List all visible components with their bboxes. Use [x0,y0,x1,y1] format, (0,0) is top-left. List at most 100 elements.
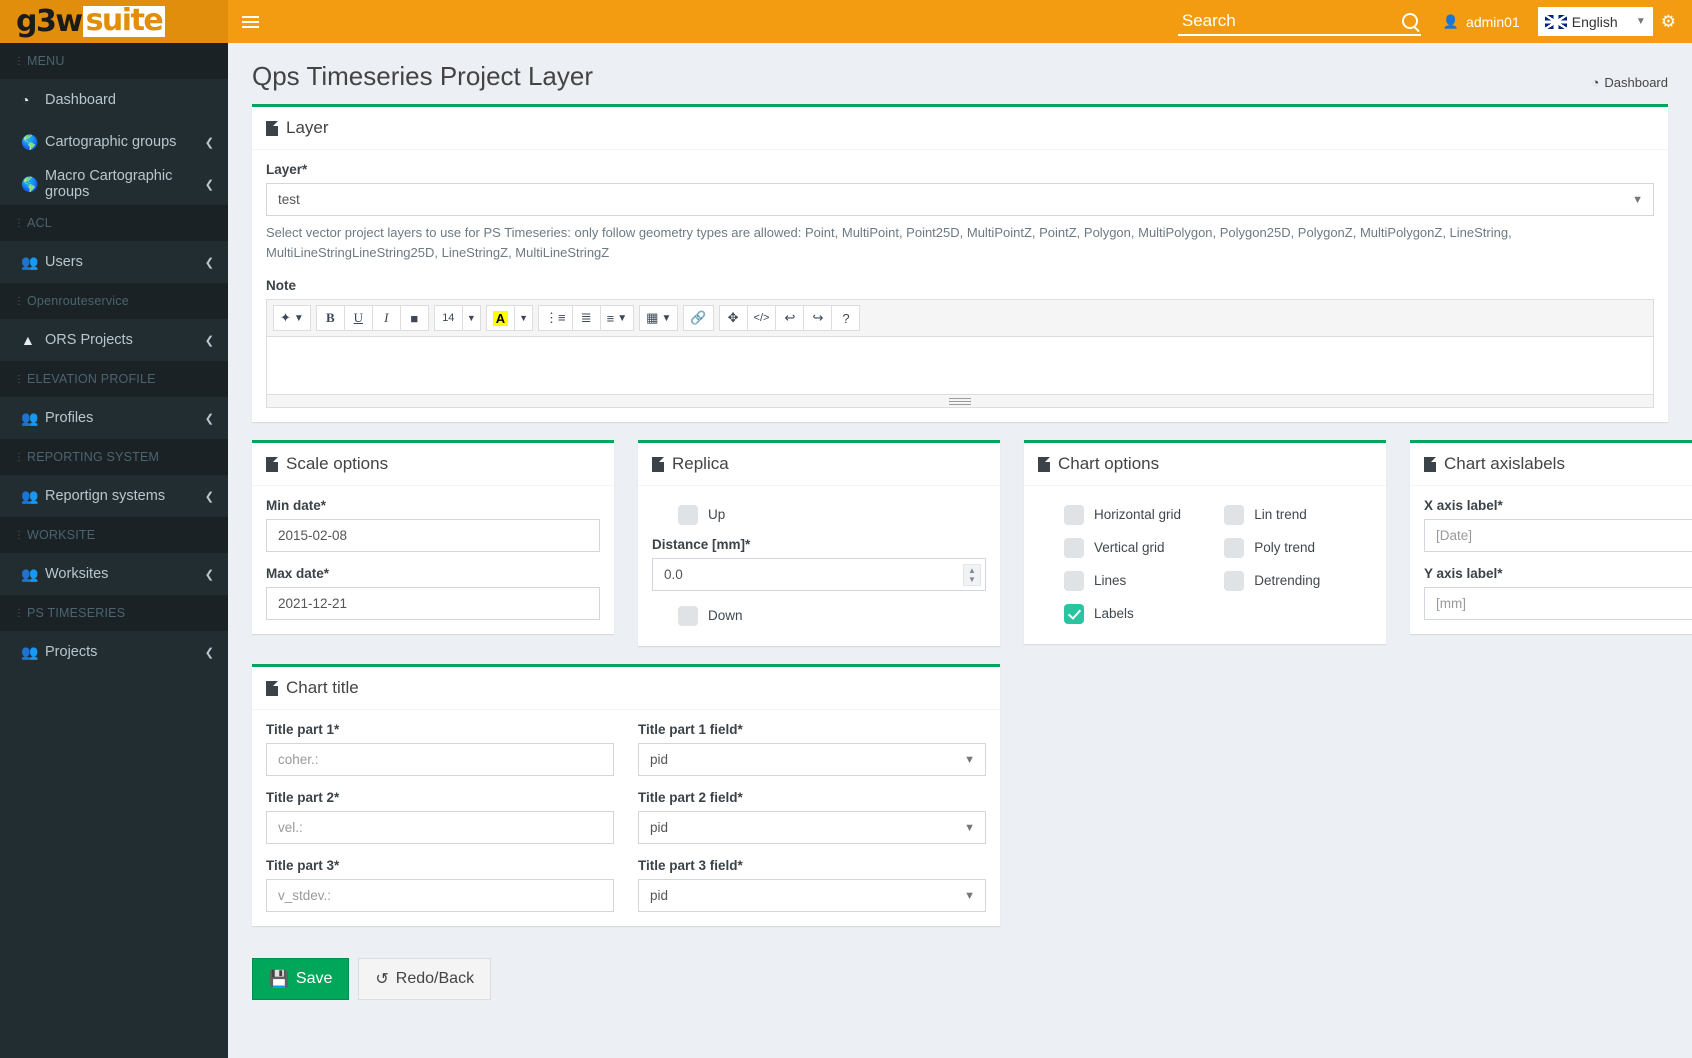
title-part-3-field-wrap[interactable]: ▼ [638,879,986,912]
sidebar-item-users[interactable]: 👥 Users ❮ [0,241,228,283]
lin-trend-checkbox[interactable] [1224,504,1245,525]
search-input[interactable] [1177,10,1421,31]
title-part-1-label: Title part 1* [266,722,340,737]
paragraph-align-icon[interactable]: ≡ ▼ [599,305,635,331]
down-checkbox[interactable] [678,605,698,626]
link-icon[interactable]: 🔗 [683,305,714,331]
fullscreen-icon[interactable]: ✥ [718,305,748,331]
labels-checkbox[interactable] [1064,603,1084,624]
option-vertical-grid[interactable]: Vertical grid [1064,531,1200,564]
style-magic-icon[interactable]: ✦ ▼ [273,305,311,331]
bold-icon[interactable]: B [315,305,345,331]
redo-back-button[interactable]: ↺ Redo/Back [358,958,492,1000]
option-lines[interactable]: Lines [1064,564,1200,597]
font-size-selector[interactable]: 14 [433,305,463,331]
font-size-caret-icon[interactable]: ▼ [461,305,481,331]
title-part-1-field-wrap[interactable]: ▼ [638,743,986,776]
layer-select-wrap[interactable]: ▼ [266,183,1654,216]
sidebar-heading-label: ELEVATION PROFILE [27,372,156,386]
option-detrending[interactable]: Detrending [1224,564,1372,597]
replica-up-row[interactable]: Up [652,498,986,531]
ordered-list-icon[interactable]: ≣ [571,305,601,331]
x-axis-input[interactable] [1424,519,1692,552]
option-horizontal-grid[interactable]: Horizontal grid [1064,498,1200,531]
y-axis-input[interactable] [1424,587,1692,620]
header-right: 👤 admin01 English ▼ ⚙ [1177,0,1692,43]
breadcrumb[interactable]: ◔ Dashboard [1592,75,1668,92]
stepper-icon[interactable]: ▲ ▼ [963,563,981,586]
title-part-2-input[interactable] [266,811,614,844]
text-color-icon[interactable]: A [485,305,516,331]
brand-logo[interactable]: g3w suite [0,0,228,43]
chart-options-body: Horizontal grid Vertical grid Lines Labe… [1024,486,1386,644]
detrending-checkbox[interactable] [1224,570,1245,591]
lines-checkbox[interactable] [1064,570,1084,591]
poly-trend-label: Poly trend [1254,540,1315,555]
option-poly-trend[interactable]: Poly trend [1224,531,1372,564]
max-date-label: Max date* [266,566,330,581]
search-icon[interactable] [1401,12,1418,29]
code-view-icon[interactable]: </> [746,305,777,331]
distance-label: Distance [mm]* [652,537,751,552]
layer-select[interactable] [266,183,1654,216]
option-labels[interactable]: Labels [1064,597,1200,630]
note-text-area[interactable] [267,337,1653,394]
search-box[interactable] [1177,8,1421,36]
chart-options-column: Chart options Horizontal grid Vertical g… [1024,440,1386,662]
poly-trend-checkbox[interactable] [1224,537,1245,558]
option-lin-trend[interactable]: Lin trend [1224,498,1372,531]
page-header: Qps Timeseries Project Layer ◔ Dashboard [228,43,1692,104]
replica-down-row[interactable]: Down [652,599,986,632]
sidebar-item-dashboard[interactable]: ◔ Dashboard [0,79,228,121]
sidebar-item-projects[interactable]: 👥 Projects ❮ [0,631,228,673]
title-part-1-input[interactable] [266,743,614,776]
note-resize-handle[interactable] [267,394,1653,407]
unordered-list-icon[interactable]: ⋮≡ [538,305,573,331]
title-part-3-group: Title part 3* [266,858,614,912]
sidebar-item-cartographic-groups[interactable]: 🌎 Cartographic groups ❮ [0,121,228,163]
color-dropdown-icon[interactable]: ▼ [514,305,534,331]
sidebar-item-macro-cartographic-groups[interactable]: 🌎 Macro Cartographic groups ❮ [0,163,228,205]
save-button-label: Save [295,970,333,987]
title-part-1-field-select[interactable] [638,743,986,776]
horizontal-grid-label: Horizontal grid [1094,507,1182,522]
italic-icon[interactable]: I [371,305,401,331]
table-icon[interactable]: ▦ ▼ [639,305,679,331]
sidebar-item-label: Cartographic groups [45,134,177,150]
sidebar-heading-ps-timeseries: ⋮ PS TIMESERIES [0,595,228,631]
title-part-3-input[interactable] [266,879,614,912]
vertical-grid-checkbox[interactable] [1064,537,1084,558]
min-date-input[interactable] [266,519,600,552]
sidebar-heading-label: Openrouteservice [27,294,129,308]
users-icon: 👥 [21,565,39,582]
replica-column: Replica Up Distance [mm]* ▲▼ [638,440,1000,664]
horizontal-grid-checkbox[interactable] [1064,504,1084,525]
toolbar-group-lists: ⋮≡ ≣ ≡ ▼ [538,305,635,331]
underline-icon[interactable]: U [343,305,373,331]
gear-icon[interactable]: ⚙ [1653,12,1684,32]
sidebar-item-ors-projects[interactable]: ▲ ORS Projects ❮ [0,319,228,361]
sidebar-item-reportign-systems[interactable]: 👥 Reportign systems ❮ [0,475,228,517]
help-icon[interactable]: ? [831,305,861,331]
language-selector[interactable]: English ▼ [1537,7,1653,36]
title-part-2-field-select[interactable] [638,811,986,844]
sidebar-heading-label: MENU [27,54,65,68]
user-menu[interactable]: 👤 admin01 [1443,14,1520,30]
y-axis-label: Y axis label* [1424,566,1503,581]
chart-options-box: Chart options Horizontal grid Vertical g… [1024,440,1386,644]
up-checkbox[interactable] [678,504,698,525]
eraser-icon[interactable]: ■ [399,305,429,331]
undo-icon[interactable]: ↩ [775,305,805,331]
save-button[interactable]: 💾 Save [252,958,350,1000]
sidebar-item-profiles[interactable]: 👥 Profiles ❮ [0,397,228,439]
redo-icon[interactable]: ↪ [803,305,833,331]
distance-input[interactable] [652,558,986,591]
title-part-2-field-wrap[interactable]: ▼ [638,811,986,844]
hamburger-icon[interactable] [228,0,272,43]
title-part-3-field-select[interactable] [638,879,986,912]
max-date-input[interactable] [266,587,600,620]
dashboard-icon: ◔ [1591,75,1600,90]
chart-title-grid: Title part 1* Title part 1 field* ▼ [266,722,986,912]
sidebar-item-worksites[interactable]: 👥 Worksites ❮ [0,553,228,595]
layer-help-text: Select vector project layers to use for … [266,225,1512,260]
